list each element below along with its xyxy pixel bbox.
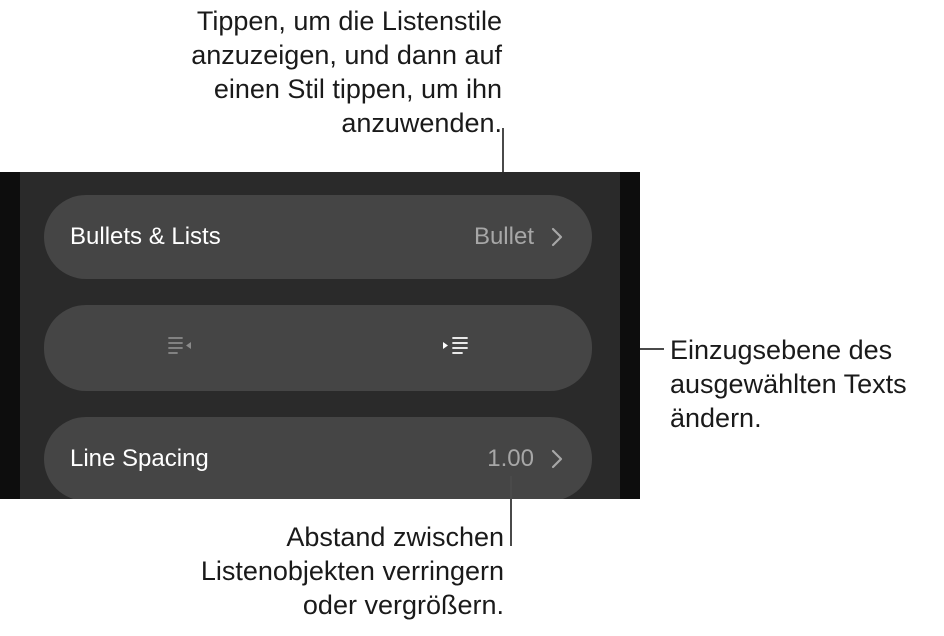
bullets-lists-title: Bullets & Lists — [70, 223, 221, 250]
line-spacing-value: 1.00 — [487, 445, 534, 472]
increase-indent-icon — [435, 333, 475, 364]
bullets-lists-value: Bullet — [473, 223, 534, 250]
decrease-indent-button[interactable] — [44, 305, 318, 391]
callout-indent-level: Einzugsebene des ausgewählten Texts ände… — [670, 335, 907, 433]
panel-edge-left — [0, 172, 20, 499]
line-spacing-title: Line Spacing — [70, 445, 209, 472]
decrease-indent-icon — [161, 333, 201, 364]
panel-edge-right — [620, 172, 640, 499]
chevron-right-icon — [548, 226, 566, 248]
callout-list-styles: Tippen, um die Listenstile anzuzeigen, u… — [191, 6, 502, 138]
increase-indent-button[interactable] — [318, 305, 592, 391]
format-panel: Bullets & Lists Bullet Line Spacing 1.00 — [0, 172, 640, 499]
indent-controls — [44, 305, 592, 391]
callout-line-spacing: Abstand zwischen Listenobjekten verringe… — [200, 522, 504, 620]
bullets-lists-row[interactable]: Bullets & Lists Bullet — [44, 195, 592, 279]
chevron-right-icon — [548, 448, 566, 470]
leader-line-line-spacing — [510, 476, 512, 546]
